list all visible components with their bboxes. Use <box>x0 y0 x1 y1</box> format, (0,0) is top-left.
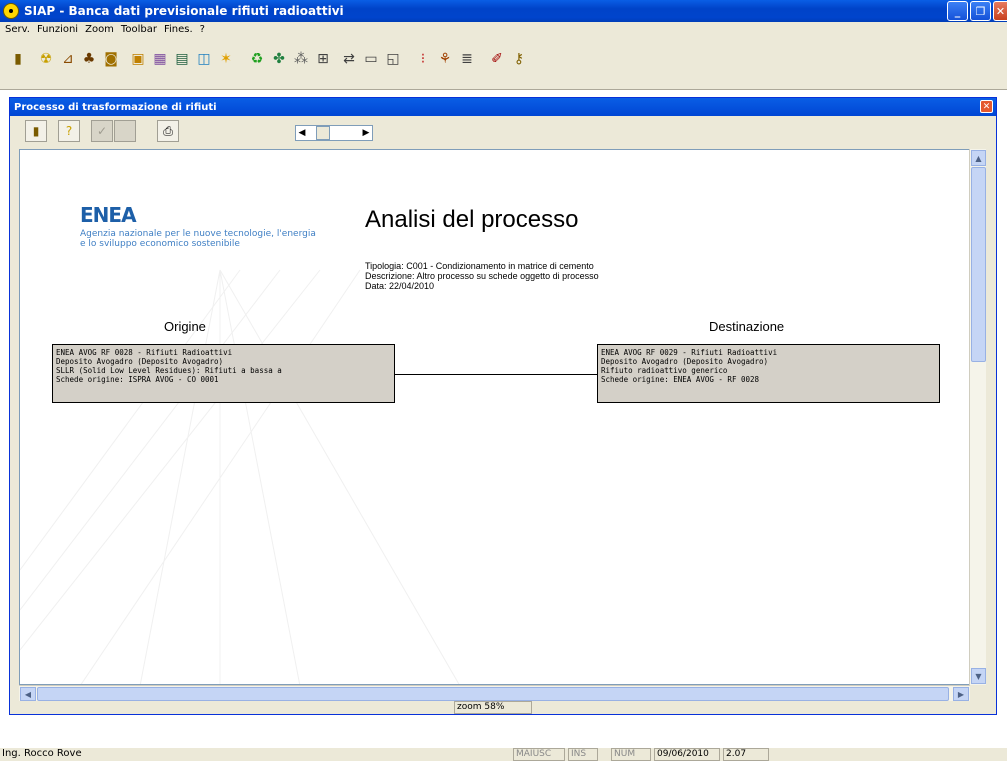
time-indicator: 2.07 <box>723 748 769 761</box>
diagram-icon[interactable]: ⊞ <box>313 49 333 69</box>
menu-funzioni[interactable]: Funzioni <box>37 24 78 35</box>
chart-icon[interactable]: ⚘ <box>435 49 455 69</box>
child-window: Processo di trasformazione di rifiuti ✕ … <box>9 97 997 715</box>
vertical-scroll-thumb[interactable] <box>971 167 986 362</box>
tank-icon[interactable]: ◫ <box>194 49 214 69</box>
child-statusbar: zoom 58% <box>10 701 996 714</box>
menu-zoom[interactable]: Zoom <box>85 24 114 35</box>
origin-box[interactable]: ENEA AVOG RF 0028 - Rifiuti Radioattivi … <box>52 344 395 403</box>
disabled-tool-icon: ✓ <box>91 120 113 142</box>
dest-line: Rifiuto radioattivo generico <box>601 366 728 375</box>
document-title: Analisi del processo <box>365 206 579 233</box>
menu-toolbar[interactable]: Toolbar <box>121 24 157 35</box>
radiation-icon[interactable]: ☢ <box>36 49 56 69</box>
tools-icon[interactable]: ✐ <box>487 49 507 69</box>
document-canvas: ENEA Agenzia nazionale per le nuove tecn… <box>19 149 970 685</box>
key-icon[interactable]: ⚷ <box>509 49 529 69</box>
document-icon[interactable]: ▭ <box>361 49 381 69</box>
help-icon[interactable]: ? <box>58 120 80 142</box>
maiusc-indicator: MAIUSC <box>513 748 565 761</box>
barrel-icon[interactable]: ◙ <box>101 49 121 69</box>
menu-serv[interactable]: Serv. <box>5 24 30 35</box>
menu-fines[interactable]: Fines. <box>164 24 193 35</box>
star-icon[interactable]: ✶ <box>216 49 236 69</box>
restore-button[interactable]: ❐ <box>970 1 991 21</box>
dest-line: ENEA AVOG RF 0029 - Rifiuti Radioattivi <box>601 348 778 357</box>
scroll-right-icon[interactable]: ▶ <box>953 687 969 701</box>
date-indicator: 09/06/2010 <box>654 748 720 761</box>
destination-label: Destinazione <box>709 319 785 334</box>
origin-line: Deposito Avogadro (Deposito Avogadro) <box>56 357 224 366</box>
print-icon[interactable]: ⎙ <box>157 120 179 142</box>
dest-line: Schede origine: ENEA AVOG - RF 0028 <box>601 375 760 384</box>
horizontal-scrollbar[interactable]: ◀ ▶ <box>19 685 970 701</box>
page-scroller-thumb[interactable] <box>316 126 330 140</box>
scroll-left-icon[interactable]: ◀ <box>20 687 36 701</box>
process-metadata: Tipologia: C001 - Condizionamento in mat… <box>365 261 599 291</box>
exit-icon[interactable]: ▮ <box>25 120 47 142</box>
drums-icon[interactable]: ▦ <box>150 49 170 69</box>
list-icon[interactable]: ≣ <box>457 49 477 69</box>
recycle-icon[interactable]: ♻ <box>247 49 267 69</box>
transfer-icon[interactable]: ⇄ <box>339 49 359 69</box>
child-toolbar: ▮ ? ✓ ⎙ ◀ ▶ <box>10 116 996 148</box>
dest-line: Deposito Avogadro (Deposito Avogadro) <box>601 357 769 366</box>
main-toolbar: ▮ ☢ ⊿ ♣ ◙ ▣ ▦ ▤ ◫ ✶ ♻ ✤ ⁂ ⊞ ⇄ ▭ ◱ ⁝ ⚘ ≣ … <box>0 37 1007 89</box>
close-button[interactable]: ✕ <box>993 1 1007 21</box>
scroll-up-icon[interactable]: ▲ <box>971 150 986 166</box>
exit-icon[interactable]: ▮ <box>8 49 28 69</box>
zoom-indicator: zoom 58% <box>454 701 532 714</box>
window-controls: _ ❐ ✕ <box>947 1 1007 21</box>
form-icon[interactable]: ◱ <box>383 49 403 69</box>
num-indicator: NUM <box>611 748 651 761</box>
minimize-button[interactable]: _ <box>947 1 968 21</box>
date-text: Data: 22/04/2010 <box>365 281 435 291</box>
tree-icon[interactable]: ✤ <box>269 49 289 69</box>
tipologia-text: Tipologia: C001 - Condizionamento in mat… <box>365 261 594 271</box>
tool-icon[interactable]: ⊿ <box>58 49 78 69</box>
radiation-icon <box>3 3 19 19</box>
process-connector <box>395 374 597 375</box>
child-close-button[interactable]: ✕ <box>980 100 993 113</box>
people-icon[interactable]: ♣ <box>79 49 99 69</box>
disabled-tool-icon <box>114 120 136 142</box>
origin-line: ENEA AVOG RF 0028 - Rifiuti Radioattivi <box>56 348 233 357</box>
window-titlebar: SIAP - Banca dati previsionale rifiuti r… <box>0 0 1007 22</box>
traffic-light-icon[interactable]: ⁝ <box>413 49 433 69</box>
user-name: Ing. Rocco Rove <box>2 748 82 759</box>
scroll-left-icon[interactable]: ◀ <box>296 126 308 140</box>
origin-line: SLLR (Solid Low Level Residues): Rifiuti… <box>56 366 282 375</box>
child-titlebar: Processo di trasformazione di rifiuti ✕ <box>10 98 996 116</box>
scatter-icon[interactable]: ⁂ <box>291 49 311 69</box>
ins-indicator: INS <box>568 748 598 761</box>
page-scroller[interactable]: ◀ ▶ <box>295 125 373 141</box>
status-bar: Ing. Rocco Rove MAIUSC INS NUM 09/06/201… <box>0 748 1007 761</box>
menu-help[interactable]: ? <box>200 24 205 35</box>
enea-logo: ENEA Agenzia nazionale per le nuove tecn… <box>80 203 316 249</box>
descrizione-text: Descrizione: Altro processo su schede og… <box>365 271 599 281</box>
scroll-down-icon[interactable]: ▼ <box>971 668 986 684</box>
menu-bar: Serv. Funzioni Zoom Toolbar Fines. ? <box>0 22 1007 37</box>
container-icon[interactable]: ▤ <box>172 49 192 69</box>
logo-tagline: Agenzia nazionale per le nuove tecnologi… <box>80 229 316 249</box>
destination-box[interactable]: ENEA AVOG RF 0029 - Rifiuti Radioattivi … <box>597 344 940 403</box>
scroll-right-icon[interactable]: ▶ <box>360 126 372 140</box>
origin-line: Schede origine: ISPRA AVOG - CO 0001 <box>56 375 219 384</box>
child-title: Processo di trasformazione di rifiuti <box>14 101 217 113</box>
origin-label: Origine <box>164 319 206 334</box>
horizontal-scroll-thumb[interactable] <box>37 687 949 701</box>
logo-text: ENEA <box>80 203 137 227</box>
window-title: SIAP - Banca dati previsionale rifiuti r… <box>24 4 344 18</box>
drum-icon[interactable]: ▣ <box>128 49 148 69</box>
vertical-scrollbar[interactable]: ▲ ▼ <box>969 149 986 685</box>
